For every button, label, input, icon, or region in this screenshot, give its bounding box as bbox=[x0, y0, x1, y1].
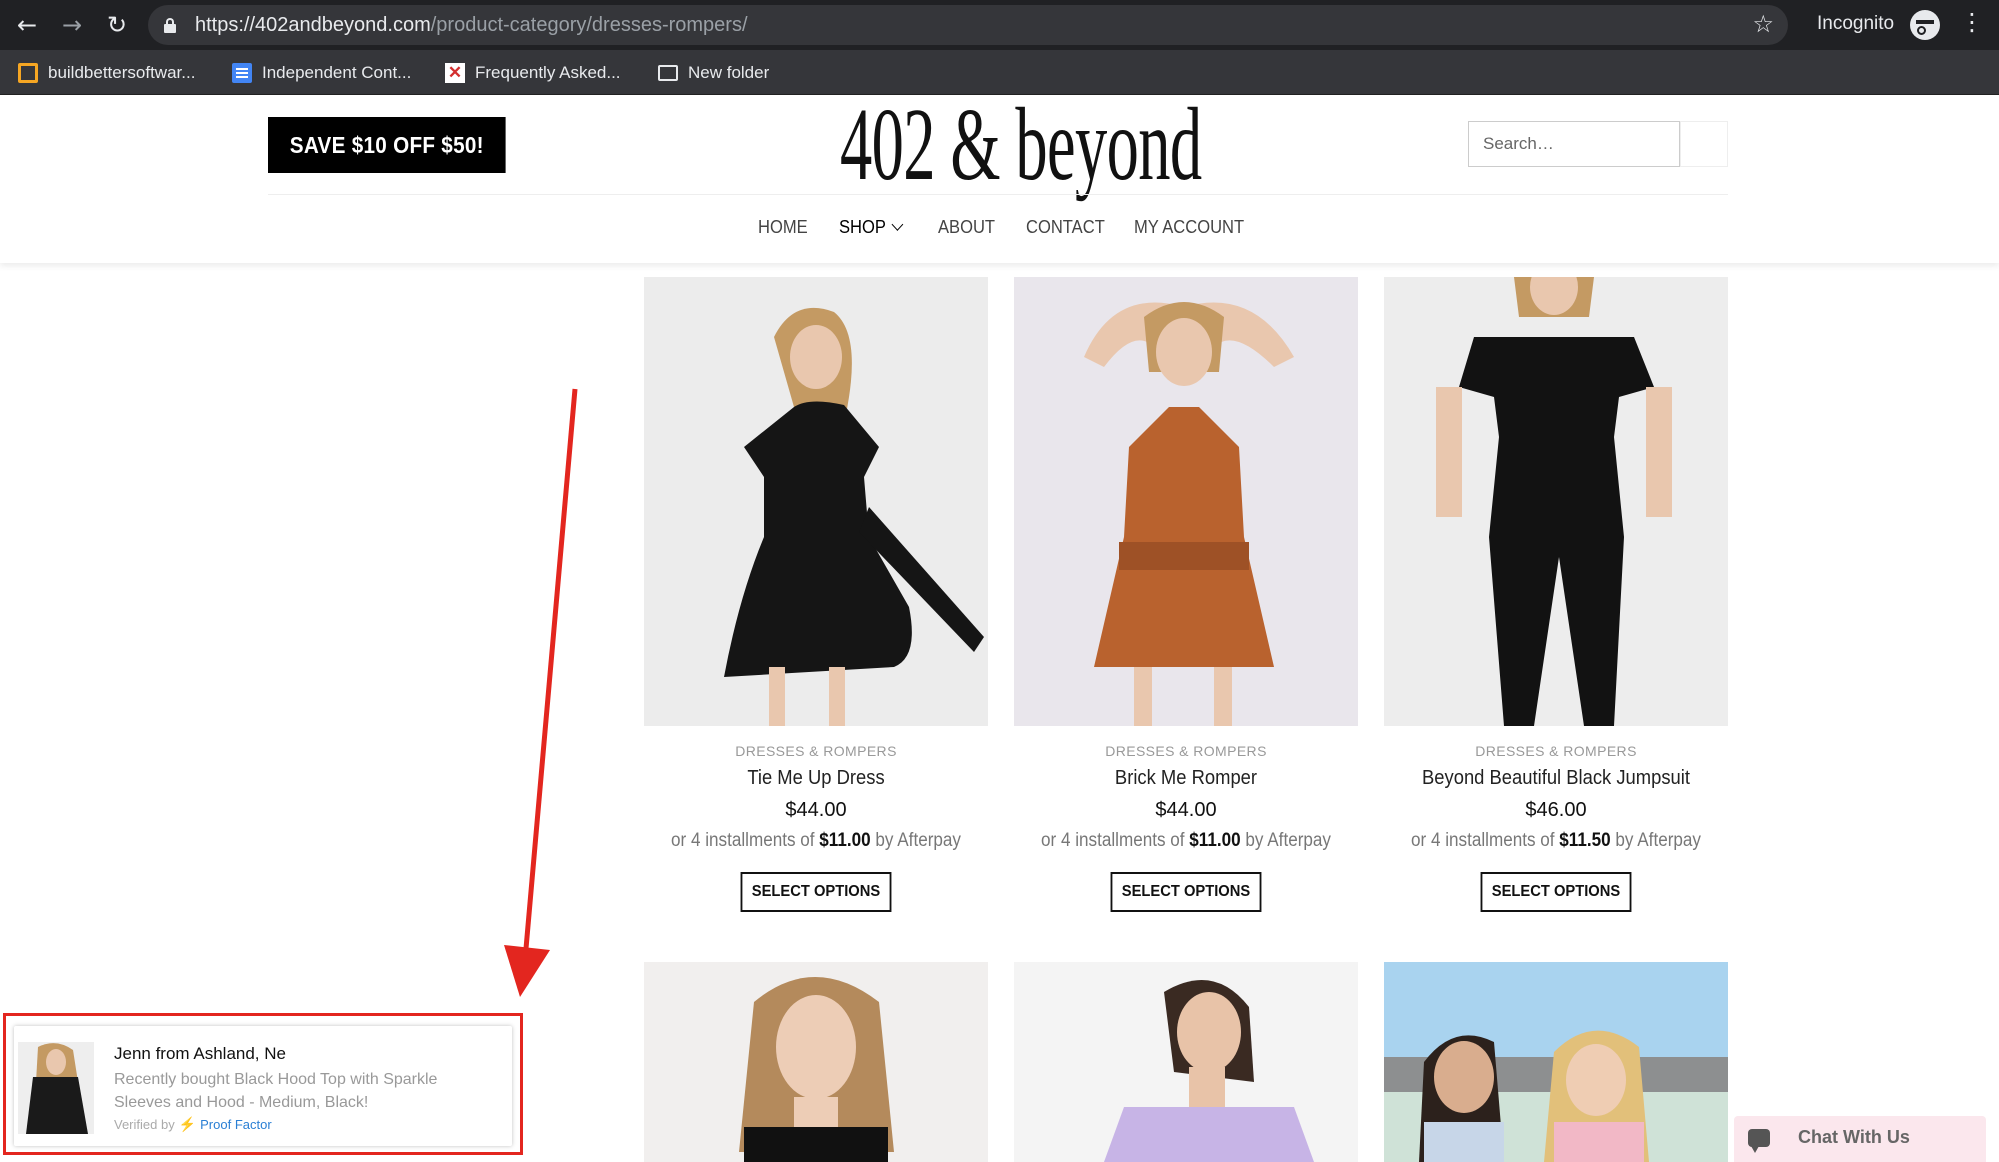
bookmark-item[interactable]: Independent Cont... bbox=[232, 60, 411, 86]
product-image[interactable] bbox=[644, 962, 988, 1162]
bookmark-label: Frequently Asked... bbox=[475, 63, 621, 82]
afterpay-text: or 4 installments of $11.00 by Afterpay bbox=[1031, 830, 1341, 852]
product-category[interactable]: DRESSES & ROMPERS bbox=[644, 743, 988, 759]
product-image[interactable] bbox=[1014, 962, 1358, 1162]
header-divider bbox=[268, 194, 1728, 195]
nav-my-account[interactable]: MY ACCOUNT bbox=[1134, 217, 1244, 238]
product-category[interactable]: DRESSES & ROMPERS bbox=[1384, 743, 1728, 759]
incognito-label: Incognito bbox=[1817, 13, 1895, 34]
url-host: https://402andbeyond.com bbox=[195, 14, 431, 36]
afterpay-suffix: by Afterpay bbox=[1245, 830, 1331, 851]
x-logo-icon: ✕ bbox=[445, 63, 465, 83]
bookmark-item[interactable]: ✕ Frequently Asked... bbox=[445, 60, 621, 86]
lock-icon bbox=[164, 18, 176, 33]
product-image[interactable] bbox=[1014, 277, 1358, 726]
promo-button[interactable]: SAVE $10 OFF $50! bbox=[268, 117, 506, 173]
incognito-icon[interactable] bbox=[1910, 10, 1940, 40]
site-header: SAVE $10 OFF $50! 402 & beyond HOME SHOP… bbox=[0, 93, 1999, 263]
url-path: /product-category/dresses-rompers/ bbox=[430, 14, 748, 36]
afterpay-text: or 4 installments of $11.50 by Afterpay bbox=[1401, 830, 1711, 852]
product-price: $44.00 bbox=[1155, 799, 1217, 821]
square-outline-icon bbox=[18, 63, 38, 83]
product-card-info: DRESSES & ROMPERS Tie Me Up Dress $44.00… bbox=[644, 743, 988, 912]
product-name[interactable]: Tie Me Up Dress bbox=[658, 767, 974, 790]
select-options-button[interactable]: SELECT OPTIONS bbox=[1480, 872, 1632, 912]
search-input[interactable] bbox=[1468, 121, 1680, 167]
afterpay-suffix: by Afterpay bbox=[1615, 830, 1701, 851]
bookmark-label: Independent Cont... bbox=[262, 63, 412, 82]
product-price: $44.00 bbox=[785, 799, 847, 821]
chat-bubble-icon bbox=[1748, 1129, 1770, 1153]
product-image[interactable] bbox=[1384, 277, 1728, 726]
url-text[interactable]: https://402andbeyond.com/product-categor… bbox=[195, 14, 748, 37]
back-arrow-icon[interactable]: ← bbox=[10, 8, 44, 42]
nav-shop-label: SHOP bbox=[839, 217, 886, 237]
proof-factor-link[interactable]: Proof Factor bbox=[200, 1117, 272, 1132]
annotation-arrow bbox=[504, 388, 578, 997]
nav-about[interactable]: ABOUT bbox=[938, 217, 995, 238]
bookmark-item[interactable]: buildbettersoftwar... bbox=[18, 60, 195, 86]
product-category[interactable]: DRESSES & ROMPERS bbox=[1014, 743, 1358, 759]
afterpay-prefix: or 4 installments of bbox=[1411, 830, 1555, 851]
product-image[interactable] bbox=[644, 277, 988, 726]
afterpay-text: or 4 installments of $11.00 by Afterpay bbox=[661, 830, 971, 852]
popup-purchase-text: Recently bought Black Hood Top with Spar… bbox=[114, 1071, 438, 1111]
bookmark-item[interactable]: New folder bbox=[658, 60, 769, 86]
bookmark-label: buildbettersoftwar... bbox=[48, 63, 196, 82]
product-name[interactable]: Brick Me Romper bbox=[1028, 767, 1344, 790]
select-options-button[interactable]: SELECT OPTIONS bbox=[1110, 872, 1262, 912]
browser-toolbar: ← → ↻ https://402andbeyond.com/product-c… bbox=[0, 0, 1999, 50]
search-button[interactable] bbox=[1680, 121, 1728, 167]
popup-verified-line: Verified by ⚡ Proof Factor bbox=[114, 1116, 272, 1133]
bookmark-star-icon[interactable]: ☆ bbox=[1752, 10, 1774, 38]
afterpay-prefix: or 4 installments of bbox=[671, 830, 815, 851]
nav-home[interactable]: HOME bbox=[758, 217, 808, 238]
popup-buyer-name: Jenn from Ashland, Ne bbox=[114, 1044, 286, 1063]
site-logo[interactable]: 402 & beyond bbox=[840, 93, 1202, 197]
main-nav: HOME SHOP ABOUT CONTACT MY ACCOUNT bbox=[0, 217, 1999, 247]
product-name[interactable]: Beyond Beautiful Black Jumpsuit bbox=[1398, 767, 1714, 790]
product-image[interactable] bbox=[1384, 962, 1728, 1162]
google-docs-icon bbox=[232, 63, 252, 83]
chevron-down-icon bbox=[891, 218, 904, 231]
afterpay-amount: $11.00 bbox=[1189, 830, 1241, 851]
address-bar[interactable]: https://402andbeyond.com/product-categor… bbox=[148, 5, 1788, 45]
select-options-button[interactable]: SELECT OPTIONS bbox=[740, 872, 892, 912]
afterpay-suffix: by Afterpay bbox=[875, 830, 961, 851]
afterpay-prefix: or 4 installments of bbox=[1041, 830, 1185, 851]
bookmark-label: New folder bbox=[688, 63, 770, 82]
reload-icon[interactable]: ↻ bbox=[100, 8, 134, 42]
product-card-info: DRESSES & ROMPERS Beyond Beautiful Black… bbox=[1384, 743, 1728, 912]
social-proof-popup[interactable]: Jenn from Ashland, Ne Recently bought Bl… bbox=[14, 1026, 512, 1146]
afterpay-amount: $11.00 bbox=[819, 830, 871, 851]
product-price: $46.00 bbox=[1525, 799, 1587, 821]
verified-label: Verified by bbox=[114, 1117, 175, 1132]
chat-widget-button[interactable]: Chat With Us bbox=[1734, 1116, 1986, 1162]
nav-shop[interactable]: SHOP bbox=[839, 217, 904, 238]
afterpay-amount: $11.50 bbox=[1559, 830, 1611, 851]
popup-product-thumbnail bbox=[18, 1042, 94, 1134]
bolt-icon: ⚡ bbox=[178, 1116, 197, 1132]
product-card-info: DRESSES & ROMPERS Brick Me Romper $44.00… bbox=[1014, 743, 1358, 912]
forward-arrow-icon[interactable]: → bbox=[55, 8, 89, 42]
menu-kebab-icon[interactable]: ⋮ bbox=[1960, 8, 1984, 36]
chat-label: Chat With Us bbox=[1798, 1127, 1910, 1147]
folder-icon bbox=[658, 65, 678, 81]
nav-contact[interactable]: CONTACT bbox=[1026, 217, 1105, 238]
